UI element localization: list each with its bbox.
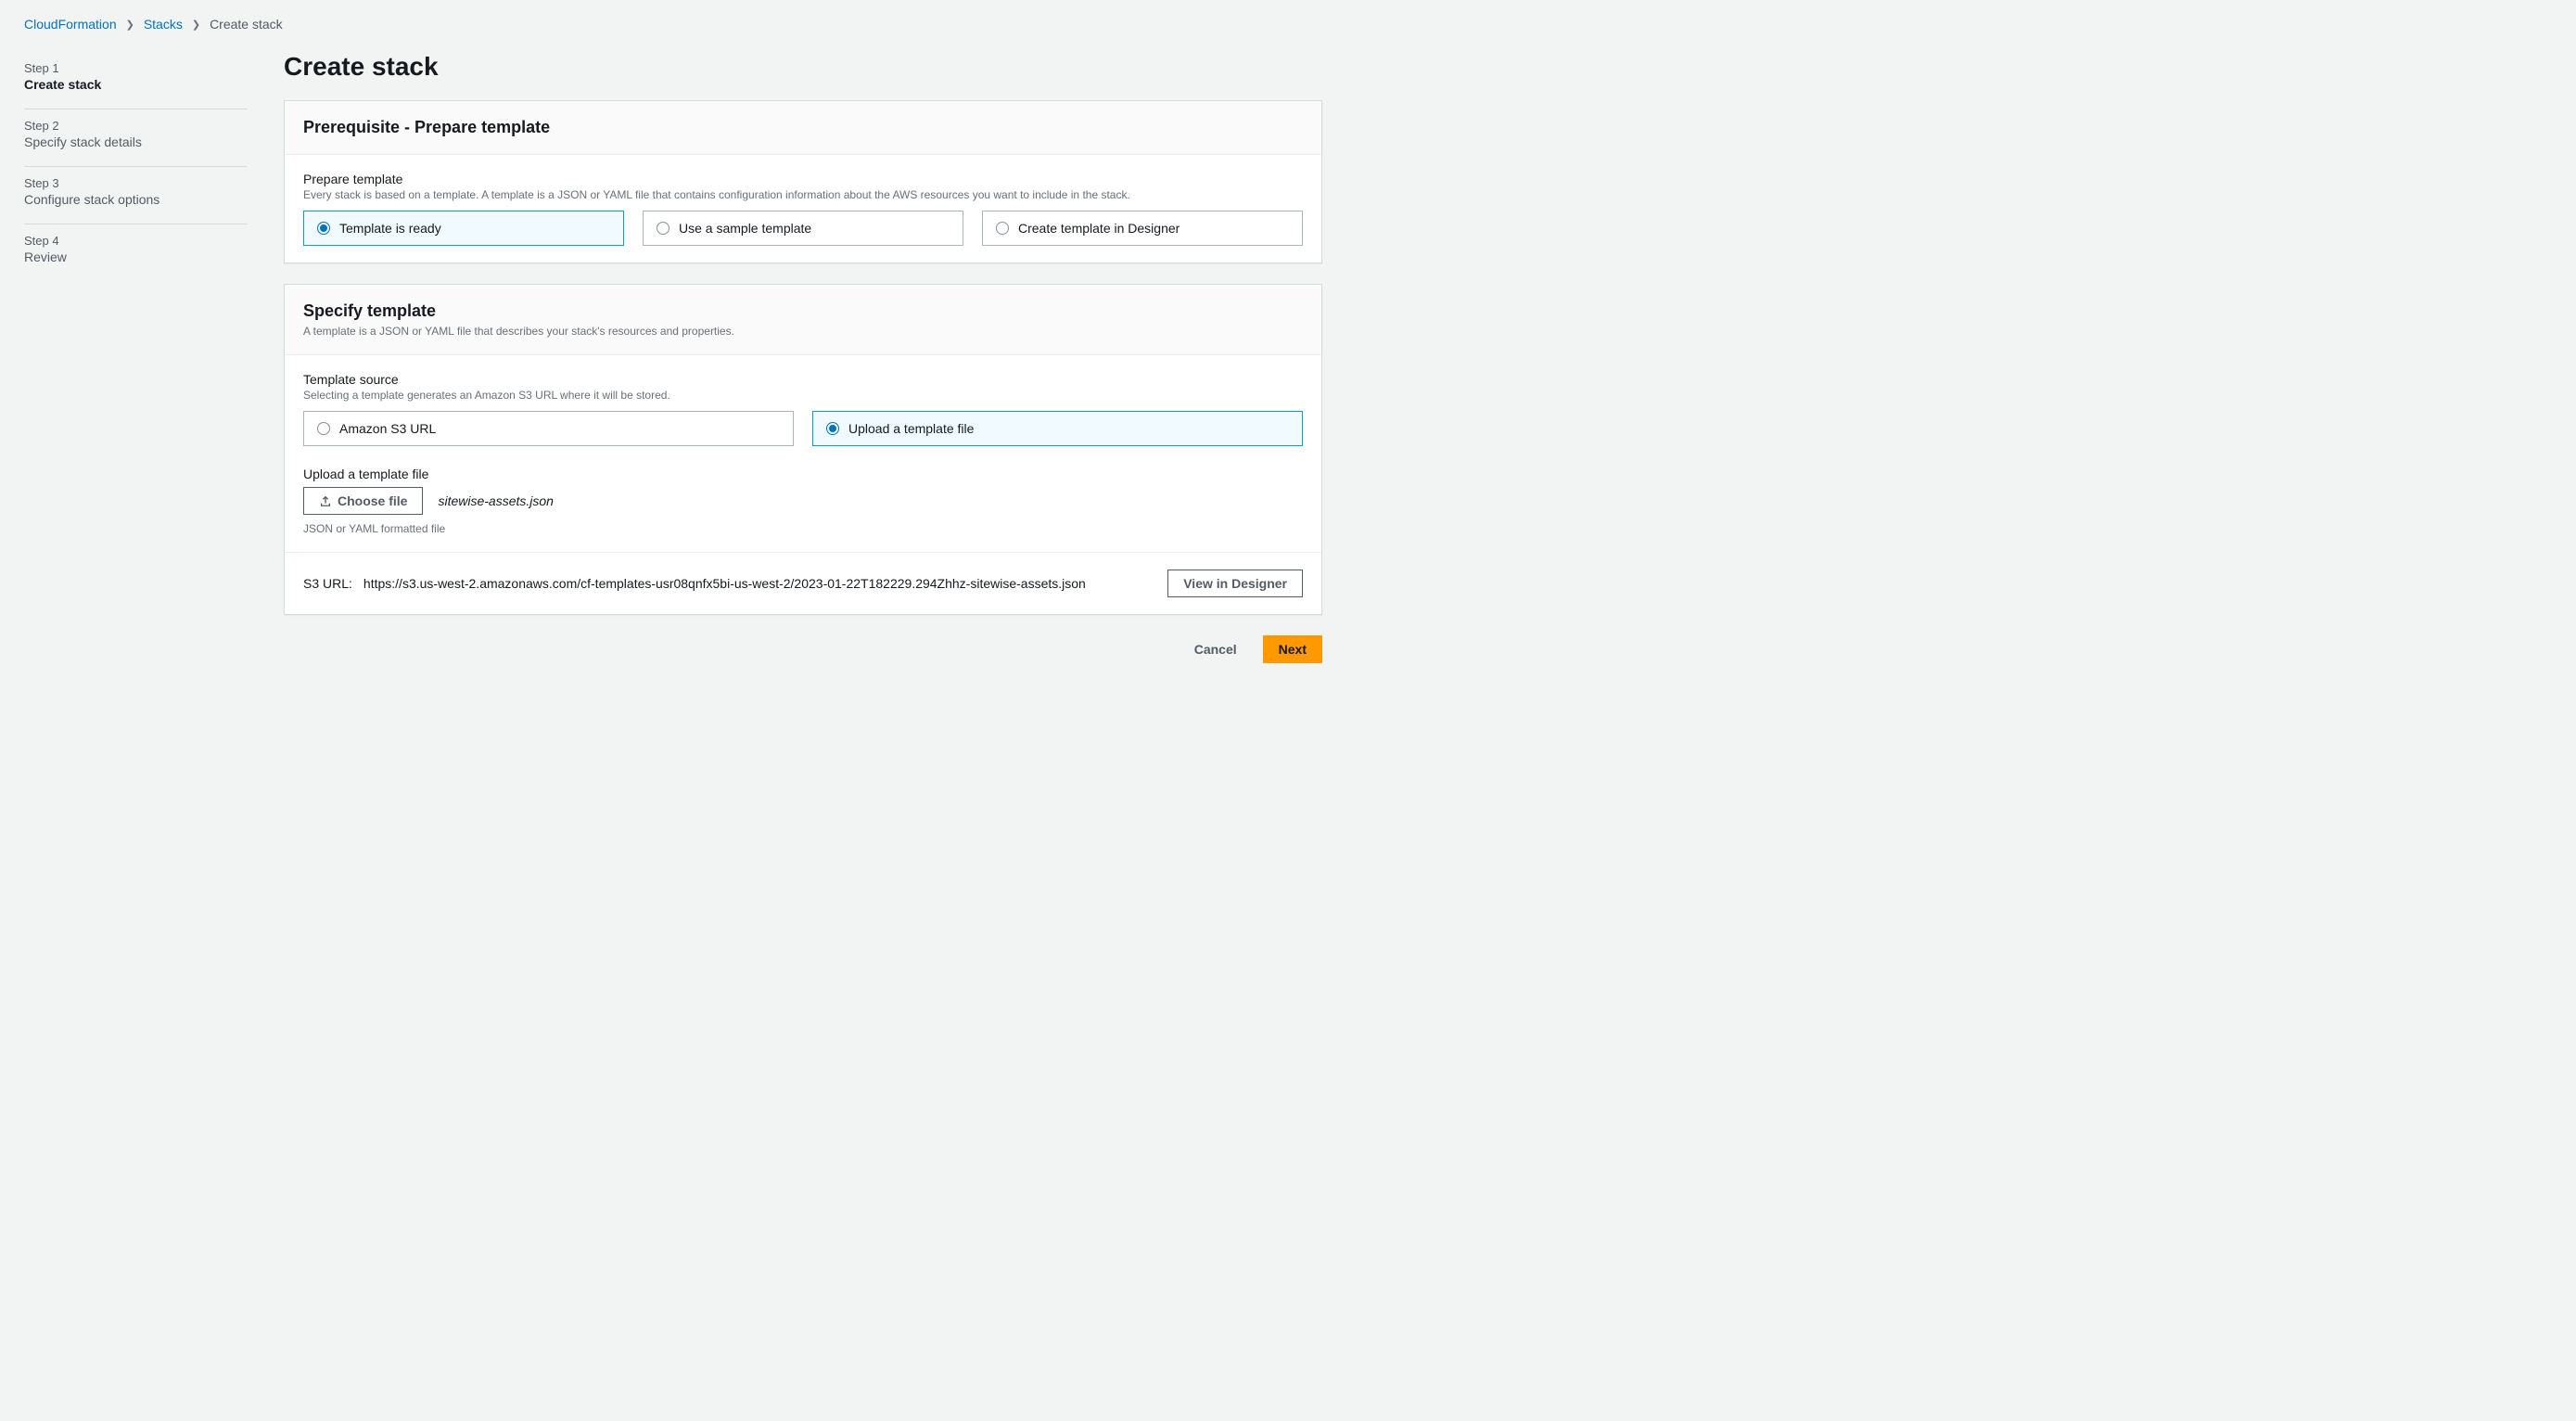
cancel-button[interactable]: Cancel — [1180, 635, 1252, 663]
prerequisite-panel: Prerequisite - Prepare template Prepare … — [284, 100, 1322, 263]
radio-icon — [317, 222, 330, 235]
step-1[interactable]: Step 1 Create stack — [24, 52, 247, 109]
chevron-right-icon: ❯ — [126, 19, 134, 31]
choose-file-button[interactable]: Choose file — [303, 487, 423, 515]
s3-url-text: S3 URL: https://s3.us-west-2.amazonaws.co… — [303, 576, 1153, 591]
radio-template-ready[interactable]: Template is ready — [303, 211, 624, 246]
breadcrumb-stacks[interactable]: Stacks — [144, 17, 183, 32]
radio-icon — [657, 222, 670, 235]
breadcrumb-current: Create stack — [210, 17, 283, 32]
radio-label: Upload a template file — [848, 421, 974, 436]
step-num: Step 2 — [24, 119, 247, 133]
panel-heading: Prerequisite - Prepare template — [303, 118, 1303, 137]
chevron-right-icon: ❯ — [192, 19, 200, 31]
specify-template-panel: Specify template A template is a JSON or… — [284, 284, 1322, 615]
step-title: Specify stack details — [24, 134, 247, 149]
step-title: Review — [24, 250, 247, 264]
radio-icon — [826, 422, 839, 435]
wizard-steps: Step 1 Create stack Step 2 Specify stack… — [24, 52, 247, 663]
panel-heading: Specify template — [303, 301, 1303, 321]
radio-label: Amazon S3 URL — [339, 421, 436, 436]
upload-section: Upload a template file Choose file sitew… — [303, 467, 1303, 535]
step-num: Step 1 — [24, 61, 247, 75]
footer-actions: Cancel Next — [284, 635, 1322, 663]
file-format-hint: JSON or YAML formatted file — [303, 522, 1303, 535]
breadcrumb-cloudformation[interactable]: CloudFormation — [24, 17, 117, 32]
next-button[interactable]: Next — [1263, 635, 1322, 663]
template-source-desc: Selecting a template generates an Amazon… — [303, 389, 1303, 402]
step-num: Step 3 — [24, 176, 247, 190]
step-title: Create stack — [24, 77, 247, 92]
radio-label: Create template in Designer — [1018, 221, 1180, 236]
upload-label: Upload a template file — [303, 467, 1303, 481]
view-in-designer-button[interactable]: View in Designer — [1167, 570, 1303, 597]
page-title: Create stack — [284, 52, 1322, 82]
panel-header: Specify template A template is a JSON or… — [285, 285, 1321, 355]
radio-label: Template is ready — [339, 221, 441, 236]
prepare-template-options: Template is ready Use a sample template … — [303, 211, 1303, 246]
step-title: Configure stack options — [24, 192, 247, 207]
step-num: Step 4 — [24, 234, 247, 248]
uploaded-filename: sitewise-assets.json — [438, 493, 554, 508]
panel-body: Prepare template Every stack is based on… — [285, 155, 1321, 262]
template-source-options: Amazon S3 URL Upload a template file — [303, 411, 1303, 446]
radio-sample-template[interactable]: Use a sample template — [643, 211, 963, 246]
choose-file-row: Choose file sitewise-assets.json — [303, 487, 1303, 515]
panel-body: Template source Selecting a template gen… — [285, 355, 1321, 552]
radio-label: Use a sample template — [679, 221, 811, 236]
prepare-template-label: Prepare template — [303, 172, 1303, 186]
s3-url-label: S3 URL: — [303, 576, 352, 591]
upload-icon — [319, 494, 332, 507]
main-content: Create stack Prerequisite - Prepare temp… — [284, 52, 1322, 663]
step-3[interactable]: Step 3 Configure stack options — [24, 167, 247, 224]
step-4[interactable]: Step 4 Review — [24, 224, 247, 281]
s3-url-row: S3 URL: https://s3.us-west-2.amazonaws.co… — [285, 552, 1321, 614]
template-source-label: Template source — [303, 372, 1303, 387]
panel-subtitle: A template is a JSON or YAML file that d… — [303, 325, 1303, 338]
radio-s3-url[interactable]: Amazon S3 URL — [303, 411, 794, 446]
radio-create-designer[interactable]: Create template in Designer — [982, 211, 1303, 246]
radio-icon — [996, 222, 1009, 235]
choose-file-label: Choose file — [338, 493, 407, 508]
panel-header: Prerequisite - Prepare template — [285, 101, 1321, 155]
radio-icon — [317, 422, 330, 435]
radio-upload-file[interactable]: Upload a template file — [812, 411, 1303, 446]
step-2[interactable]: Step 2 Specify stack details — [24, 109, 247, 167]
breadcrumb: CloudFormation ❯ Stacks ❯ Create stack — [24, 17, 2552, 32]
prepare-template-desc: Every stack is based on a template. A te… — [303, 188, 1303, 201]
s3-url-value: https://s3.us-west-2.amazonaws.com/cf-te… — [363, 576, 1086, 591]
